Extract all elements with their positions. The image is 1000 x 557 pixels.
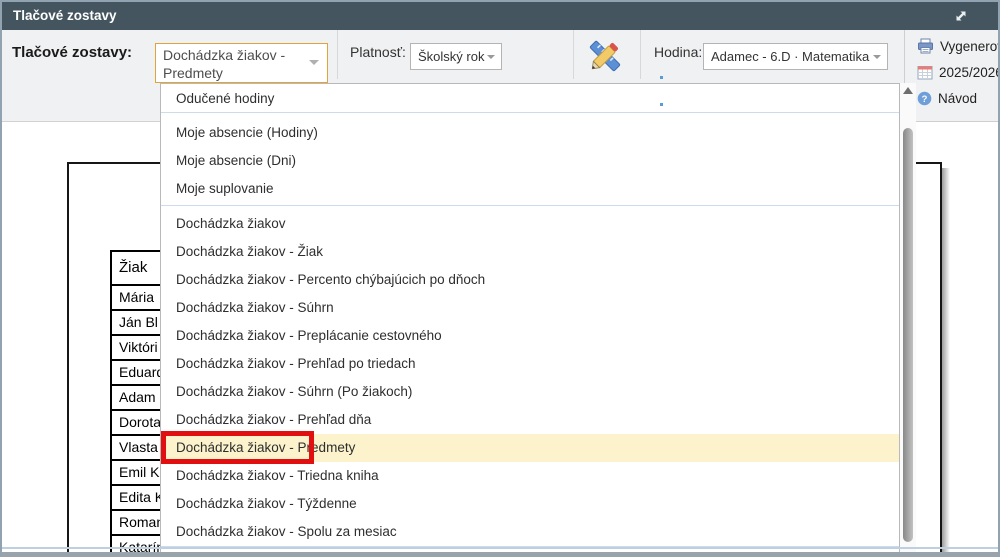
toolbar-divider xyxy=(640,30,641,79)
dialog-titlebar: Tlačové zostavy xyxy=(2,2,998,30)
dropdown-item[interactable]: Dochádzka žiakov - Súhrn (Po žiakoch) xyxy=(161,378,899,406)
loading-dot xyxy=(660,76,663,79)
toolbar-divider xyxy=(573,30,574,79)
validity-select[interactable]: Školský rok xyxy=(410,43,502,70)
help-icon: ? xyxy=(917,91,932,106)
toolbar-divider xyxy=(337,30,338,79)
generated-reports-link[interactable]: Vygenerov xyxy=(917,35,1000,57)
dropdown-item[interactable]: Dochádzka žiakov xyxy=(161,210,899,238)
dropdown-item[interactable]: Dochádzka žiakov - Preplácanie cestovnéh… xyxy=(161,322,899,350)
dialog-bottom-edge xyxy=(2,547,998,549)
chevron-down-icon xyxy=(487,55,495,59)
print-reports-dialog: Tlačové zostavy Tlačové zostavy: Dochádz… xyxy=(0,0,1000,557)
lesson-label: Hodina: xyxy=(654,44,702,60)
dropdown-item[interactable]: Dochádzka žiakov - Prehľad po triedach xyxy=(161,350,899,378)
reports-label: Tlačové zostavy: xyxy=(12,44,132,61)
dropdown-item[interactable]: Dochádzka žiakov - Týždenne xyxy=(161,490,899,518)
printer-icon xyxy=(917,38,934,54)
dropdown-item[interactable]: Dochádzka žiakov - Percento chýbajúcich … xyxy=(161,266,899,294)
dropdown-group: Dochádzka žiakovDochádzka žiakov - ŽiakD… xyxy=(161,206,899,546)
edit-report-icon[interactable] xyxy=(585,36,625,76)
calendar-icon xyxy=(917,65,933,80)
right-action-panel: Vygenerov 2025/2026 ? Návod xyxy=(904,30,998,122)
page-shadow xyxy=(942,168,950,552)
chevron-down-icon xyxy=(309,60,319,65)
dropdown-item[interactable]: Dochádzka žiakov - Žiak xyxy=(161,238,899,266)
dropdown-item[interactable]: Odučené hodiny xyxy=(161,85,899,112)
lesson-value: Adamec - 6.D · Matematika xyxy=(704,44,887,69)
report-type-combobox[interactable]: Dochádzka žiakov - Predmety xyxy=(155,43,328,83)
dropdown-item[interactable]: Dochádzka žiakov - Prehľad dňa xyxy=(161,406,899,434)
scrollbar-thumb[interactable] xyxy=(903,128,913,542)
school-year-link[interactable]: 2025/2026 xyxy=(917,61,1000,83)
dropdown-group: Odučené hodiny xyxy=(161,84,899,112)
dropdown-item[interactable]: Moje suplovanie xyxy=(161,175,899,203)
expand-icon[interactable] xyxy=(954,9,968,23)
dropdown-item[interactable]: Moje absencie (Hodiny) xyxy=(161,119,899,147)
report-dropdown-list: Odučené hodinyMoje absencie (Hodiny)Moje… xyxy=(160,83,900,552)
lesson-select[interactable]: Adamec - 6.D · Matematika xyxy=(703,43,888,70)
dropdown-group: Moje absencie (Hodiny)Moje absencie (Dni… xyxy=(161,113,899,205)
help-label: Návod xyxy=(938,91,977,106)
dropdown-item[interactable]: Moje absencie (Dni) xyxy=(161,147,899,175)
dropdown-item[interactable]: Dochádzka žiakov - Spolu za mesiac xyxy=(161,518,899,546)
validity-label: Platnosť: xyxy=(350,44,406,60)
generated-reports-label: Vygenerov xyxy=(940,39,1000,54)
dropdown-item[interactable]: Dochádzka žiakov - Súhrn xyxy=(161,294,899,322)
scroll-up-arrow-icon[interactable] xyxy=(903,87,913,94)
school-year-label: 2025/2026 xyxy=(939,65,1000,80)
dropdown-scrollbar[interactable] xyxy=(900,83,916,552)
report-type-value: Dochádzka žiakov - Predmety xyxy=(156,44,327,84)
dropdown-item[interactable]: Dochádzka žiakov - Triedna kniha xyxy=(161,462,899,490)
loading-dot xyxy=(660,103,663,106)
dropdown-item[interactable]: Dochádzka žiakov - Predmety xyxy=(161,434,899,462)
help-link[interactable]: ? Návod xyxy=(917,87,977,109)
dialog-title: Tlačové zostavy xyxy=(13,2,117,30)
chevron-down-icon xyxy=(873,55,881,59)
svg-text:?: ? xyxy=(922,94,928,105)
